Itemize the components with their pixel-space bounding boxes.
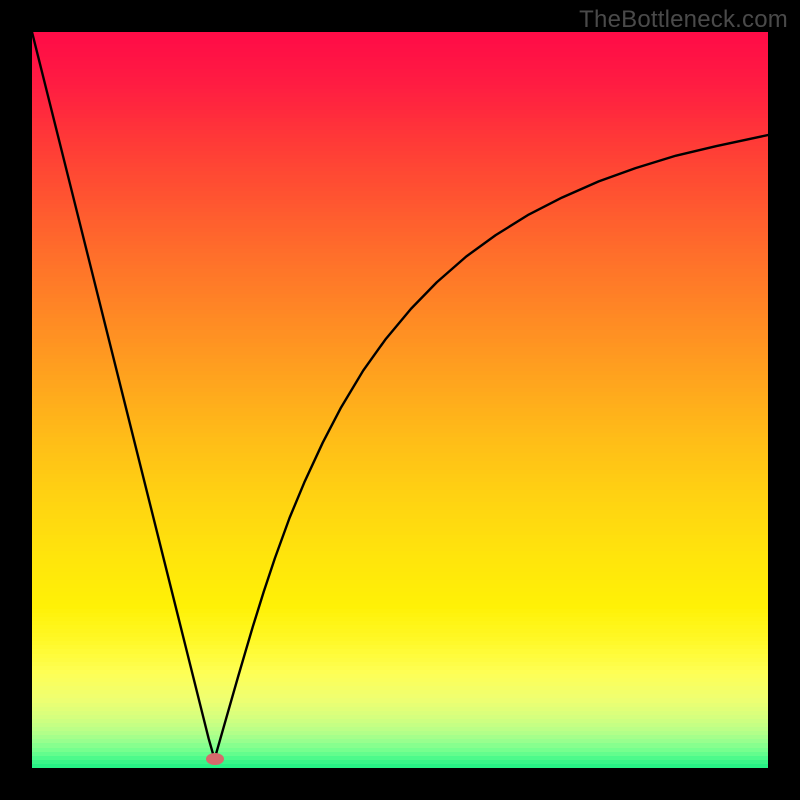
bottleneck-curve <box>32 32 768 768</box>
optimum-marker <box>206 753 224 765</box>
watermark-text: TheBottleneck.com <box>579 6 788 34</box>
curve-path <box>32 32 768 759</box>
plot-area <box>32 32 768 768</box>
chart-frame: TheBottleneck.com <box>0 0 800 800</box>
